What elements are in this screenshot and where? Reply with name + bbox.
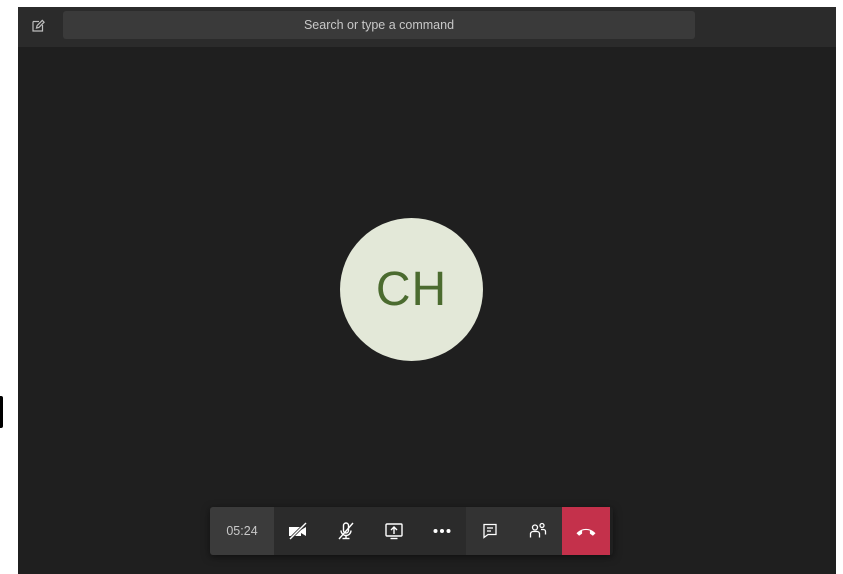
call-controls-panels xyxy=(466,507,562,555)
hangup-icon xyxy=(576,528,596,536)
call-timer-text: 05:24 xyxy=(226,524,258,538)
more-icon xyxy=(433,529,451,533)
call-controls-main xyxy=(274,507,466,555)
participants-button[interactable] xyxy=(514,507,562,555)
mic-toggle-button[interactable] xyxy=(322,507,370,555)
more-options-button[interactable] xyxy=(418,507,466,555)
chat-button[interactable] xyxy=(466,507,514,555)
avatar-initials: CH xyxy=(375,263,448,316)
share-screen-icon xyxy=(385,523,403,540)
share-screen-button[interactable] xyxy=(370,507,418,555)
hangup-button[interactable] xyxy=(562,507,610,555)
participants-icon xyxy=(529,522,547,538)
camera-off-icon xyxy=(288,522,308,540)
search-placeholder: Search or type a command xyxy=(303,18,455,32)
titlebar: Search or type a command xyxy=(18,7,836,47)
chat-icon xyxy=(483,523,497,539)
page-edge-mark xyxy=(0,396,3,428)
teams-call-window: Search or type a command CH 05:24 xyxy=(18,7,836,574)
mic-off-icon xyxy=(338,522,354,540)
call-timer: 05:24 xyxy=(210,507,274,555)
avatar: CH xyxy=(340,218,483,361)
camera-toggle-button[interactable] xyxy=(274,507,322,555)
compose-button[interactable] xyxy=(27,15,49,37)
search-bar[interactable]: Search or type a command xyxy=(63,11,695,39)
call-stage: CH 05:24 xyxy=(18,47,836,574)
compose-icon xyxy=(32,19,45,32)
call-controls: 05:24 xyxy=(210,507,613,555)
